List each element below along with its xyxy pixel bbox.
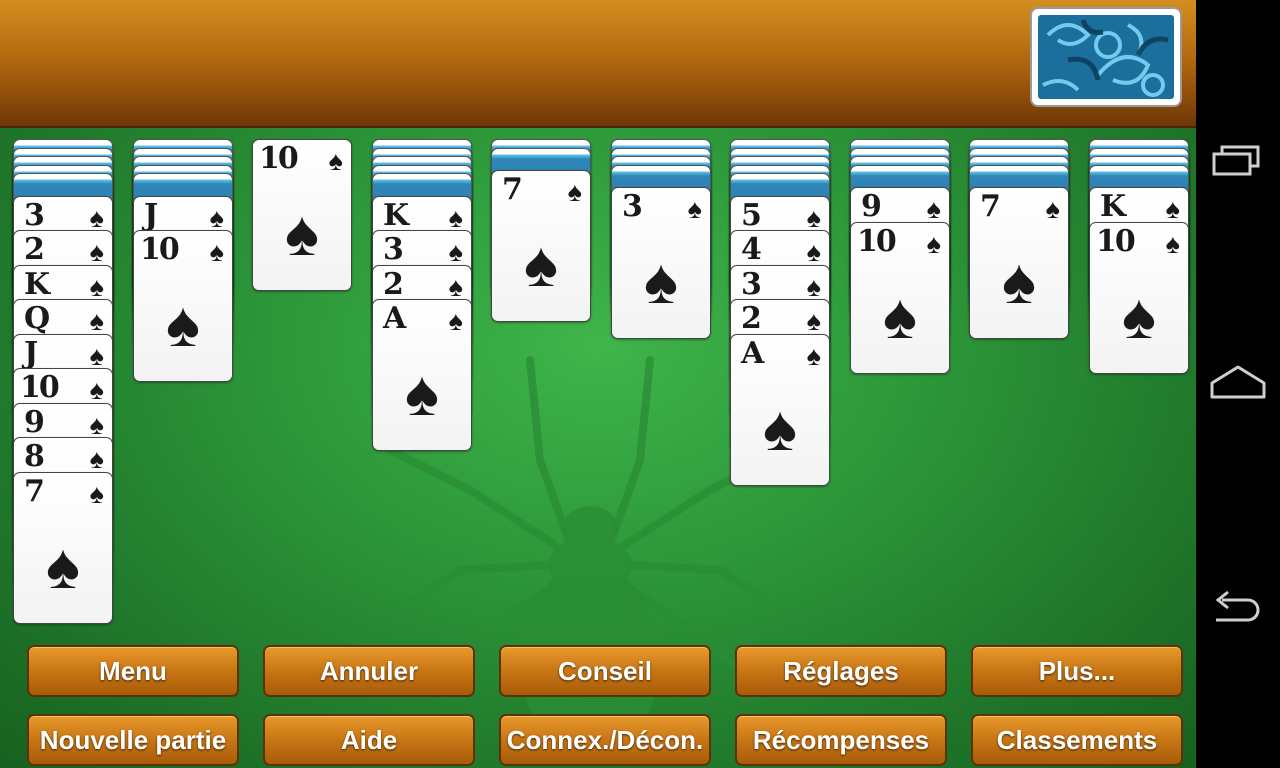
spade-icon: ♠	[285, 197, 319, 269]
game-area: 3 ♠ 2 ♠ K ♠ Q ♠ J ♠ 10 ♠ 9 ♠ 8 ♠ 7 ♠ ♠ J ♠ 10 ♠ ♠ 10 ♠ ♠ K ♠ 3 ♠ 2 ♠ A ♠ ♠ 7…	[0, 0, 1196, 768]
card-rank: 10	[1096, 224, 1136, 259]
login-logout-button[interactable]: Connex./Décon.	[499, 714, 711, 766]
spade-icon: ♠	[806, 237, 821, 267]
spade-icon: ♠	[89, 410, 104, 440]
spade-icon: ♠	[89, 237, 104, 267]
card-rank: 9	[861, 189, 882, 224]
spade-icon: ♠	[209, 237, 224, 267]
spade-icon: ♠	[89, 479, 104, 509]
spade-icon: ♠	[89, 306, 104, 336]
spade-icon: ♠	[46, 530, 80, 602]
new-game-button[interactable]: Nouvelle partie	[27, 714, 239, 766]
hint-button[interactable]: Conseil	[499, 645, 711, 697]
playing-card[interactable]: 7 ♠ ♠	[491, 170, 591, 322]
spade-icon: ♠	[806, 203, 821, 233]
rewards-button[interactable]: Récompenses	[735, 714, 947, 766]
card-rank: K	[1100, 189, 1126, 224]
home-icon[interactable]	[1208, 355, 1268, 415]
spade-icon: ♠	[89, 444, 104, 474]
playing-card[interactable]: 7 ♠ ♠	[969, 187, 1069, 339]
recent-apps-icon[interactable]	[1208, 132, 1268, 192]
card-rank: 2	[383, 267, 404, 302]
spade-icon: ♠	[806, 306, 821, 336]
card-rank: 3	[383, 232, 404, 267]
spade-icon: ♠	[806, 272, 821, 302]
spade-icon: ♠	[448, 237, 463, 267]
playing-card[interactable]: 10 ♠ ♠	[133, 230, 233, 382]
card-back-pattern	[1038, 15, 1174, 99]
spade-icon: ♠	[448, 203, 463, 233]
settings-button[interactable]: Réglages	[735, 645, 947, 697]
playing-card[interactable]: A ♠ ♠	[372, 299, 472, 451]
undo-button[interactable]: Annuler	[263, 645, 475, 697]
card-rank: Q	[24, 301, 50, 336]
playing-card[interactable]: 7 ♠ ♠	[13, 472, 113, 624]
playing-card[interactable]: A ♠ ♠	[730, 334, 830, 486]
spade-icon: ♠	[1165, 229, 1180, 259]
spade-icon: ♠	[926, 194, 941, 224]
spade-icon: ♠	[166, 288, 200, 360]
top-bar	[0, 0, 1196, 128]
spade-icon: ♠	[1045, 194, 1060, 224]
spade-icon: ♠	[926, 229, 941, 259]
spade-icon: ♠	[644, 245, 678, 317]
spade-icon: ♠	[328, 146, 343, 176]
card-rank: 7	[502, 172, 523, 207]
card-rank: 10	[20, 370, 60, 405]
card-rank: 3	[741, 267, 762, 302]
more-button[interactable]: Plus...	[971, 645, 1183, 697]
card-rank: 4	[741, 232, 762, 267]
leaderboards-button[interactable]: Classements	[971, 714, 1183, 766]
card-rank: 9	[24, 405, 45, 440]
playing-card[interactable]: 10 ♠ ♠	[1089, 222, 1189, 374]
spade-icon: ♠	[89, 341, 104, 371]
card-rank: 5	[741, 198, 762, 233]
spade-icon: ♠	[763, 392, 797, 464]
card-rank: A	[741, 336, 764, 371]
spade-icon: ♠	[1122, 280, 1156, 352]
card-rank: 3	[24, 198, 45, 233]
card-rank: 7	[24, 474, 45, 509]
spade-icon: ♠	[883, 280, 917, 352]
card-rank: 10	[140, 232, 180, 267]
spade-icon: ♠	[1165, 194, 1180, 224]
menu-button[interactable]: Menu	[27, 645, 239, 697]
spade-icon: ♠	[448, 306, 463, 336]
card-rank: J	[24, 336, 38, 371]
card-rank: K	[24, 267, 50, 302]
card-rank: 2	[24, 232, 45, 267]
android-nav-bar	[1196, 0, 1280, 768]
card-rank: 2	[741, 301, 762, 336]
playing-card[interactable]: 3 ♠ ♠	[611, 187, 711, 339]
spade-icon: ♠	[567, 177, 582, 207]
playing-card[interactable]: 10 ♠ ♠	[252, 139, 352, 291]
back-icon[interactable]	[1208, 578, 1268, 638]
spade-icon: ♠	[89, 203, 104, 233]
card-rank: A	[383, 301, 406, 336]
help-button[interactable]: Aide	[263, 714, 475, 766]
spade-icon: ♠	[89, 375, 104, 405]
card-rank: 10	[259, 141, 299, 176]
card-rank: J	[144, 198, 158, 233]
playing-card[interactable]: 10 ♠ ♠	[850, 222, 950, 374]
card-rank: 8	[24, 439, 45, 474]
card-rank: 10	[857, 224, 897, 259]
card-rank: K	[383, 198, 409, 233]
spade-icon: ♠	[209, 203, 224, 233]
spade-icon: ♠	[448, 272, 463, 302]
stock-pile[interactable]	[1030, 7, 1182, 107]
card-rank: 3	[622, 189, 643, 224]
spade-icon: ♠	[89, 272, 104, 302]
spade-icon: ♠	[405, 357, 439, 429]
card-rank: 7	[980, 189, 1001, 224]
spade-icon: ♠	[806, 341, 821, 371]
spade-icon: ♠	[1002, 245, 1036, 317]
spade-icon: ♠	[687, 194, 702, 224]
spade-icon: ♠	[524, 228, 558, 300]
